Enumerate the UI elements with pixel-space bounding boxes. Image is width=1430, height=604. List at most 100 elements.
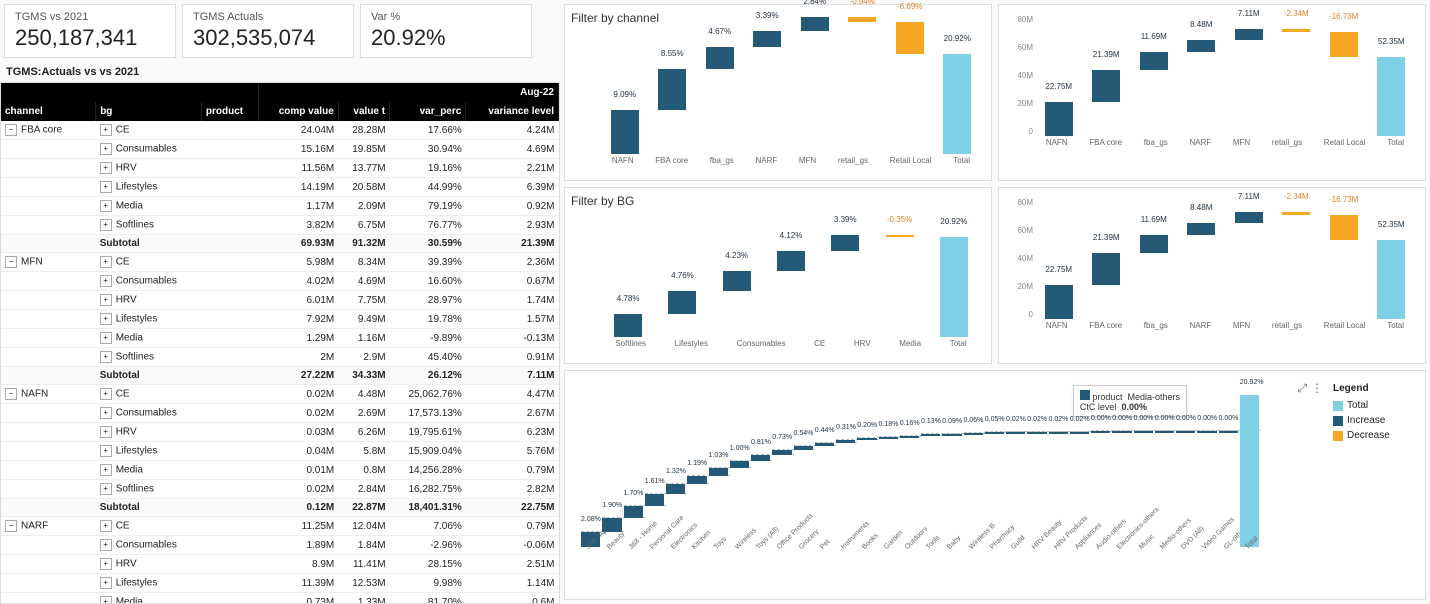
- bar[interactable]: -0.35%: [872, 235, 926, 337]
- bar[interactable]: 2.84%: [791, 17, 839, 154]
- bar[interactable]: 8.48M: [1178, 223, 1226, 319]
- expand-icon[interactable]: +: [100, 483, 112, 495]
- expand-icon[interactable]: +: [100, 162, 112, 174]
- bar[interactable]: 22.75M: [1035, 102, 1083, 136]
- bar[interactable]: [1176, 431, 1195, 433]
- expand-icon[interactable]: +: [100, 200, 112, 212]
- bar[interactable]: [794, 446, 813, 450]
- expand-icon[interactable]: +: [100, 558, 112, 570]
- bar[interactable]: -6.69%: [886, 22, 934, 154]
- expand-icon[interactable]: +: [100, 426, 112, 438]
- bar[interactable]: -16.73M: [1320, 215, 1368, 319]
- pivot-table[interactable]: Aug-22channelbgproductcomp valuevalue tv…: [0, 82, 560, 604]
- waterfall-chart[interactable]: 4.78% 4.76% 4.23% 4.12% 3.39% -0.35% 20.…: [571, 212, 985, 357]
- bar[interactable]: 3.39%: [818, 235, 872, 337]
- expand-icon[interactable]: +: [100, 313, 112, 325]
- table-row[interactable]: −FBA core+CE24.04M28.28M17.66%4.24M: [1, 121, 559, 140]
- bar[interactable]: [1112, 431, 1131, 433]
- bar[interactable]: [687, 476, 706, 485]
- bar[interactable]: 52.35M: [1368, 240, 1416, 319]
- expand-icon[interactable]: +: [100, 124, 112, 136]
- bar[interactable]: 4.67%: [696, 47, 744, 154]
- expand-icon[interactable]: +: [100, 332, 112, 344]
- bar[interactable]: [1197, 431, 1216, 433]
- bar[interactable]: 11.69M: [1130, 235, 1178, 319]
- bar[interactable]: 4.76%: [655, 291, 709, 337]
- bar[interactable]: 11.69M: [1130, 52, 1178, 136]
- expand-icon[interactable]: +: [100, 275, 112, 287]
- collapse-icon[interactable]: −: [5, 388, 17, 400]
- expand-icon[interactable]: +: [100, 445, 112, 457]
- expand-icon[interactable]: +: [100, 464, 112, 476]
- table-row[interactable]: −NARF+CE11.25M12.04M7.06%0.79M: [1, 517, 559, 536]
- table-row[interactable]: +HRV6.01M7.75M28.97%1.74M: [1, 291, 559, 310]
- bar[interactable]: [964, 433, 983, 435]
- table-row[interactable]: +HRV11.56M13.77M19.16%2.21M: [1, 159, 559, 178]
- bar[interactable]: 20.92%: [934, 54, 982, 154]
- expand-icon[interactable]: +: [100, 294, 112, 306]
- bar[interactable]: [1070, 432, 1089, 434]
- collapse-icon[interactable]: −: [5, 520, 17, 532]
- table-row[interactable]: +Softlines2M2.9M45.40%0.91M: [1, 348, 559, 367]
- bar[interactable]: 8.55%: [649, 69, 697, 154]
- bar[interactable]: [602, 518, 621, 532]
- bar[interactable]: [942, 434, 961, 436]
- waterfall-chart[interactable]: 9.09% 8.55% 4.67% 3.39% 2.84% -0.94% -6.…: [571, 29, 985, 174]
- bar[interactable]: [1091, 431, 1110, 433]
- expand-icon[interactable]: ⤢: [1297, 381, 1307, 396]
- more-icon[interactable]: ⋮: [1311, 381, 1323, 396]
- bar[interactable]: 4.23%: [710, 271, 764, 337]
- bar[interactable]: 3.39%: [744, 31, 792, 154]
- table-row[interactable]: +HRV0.03M6.26M19,795.61%6.23M: [1, 423, 559, 442]
- bar[interactable]: 7.11M: [1225, 29, 1273, 136]
- bar[interactable]: 52.35M: [1368, 57, 1416, 136]
- table-row[interactable]: +HRV8.9M11.41M28.15%2.51M: [1, 555, 559, 574]
- bar[interactable]: -0.94%: [839, 17, 887, 154]
- expand-icon[interactable]: +: [100, 256, 112, 268]
- expand-icon[interactable]: +: [100, 388, 112, 400]
- expand-icon[interactable]: +: [100, 577, 112, 589]
- bar[interactable]: [1027, 432, 1046, 434]
- bar[interactable]: 21.39M: [1083, 253, 1131, 319]
- collapse-icon[interactable]: −: [5, 124, 17, 136]
- bar[interactable]: [900, 436, 919, 438]
- bar[interactable]: -2.34M: [1273, 212, 1321, 319]
- bar[interactable]: [645, 494, 664, 506]
- table-row[interactable]: +Lifestyles11.39M12.53M9.98%1.14M: [1, 574, 559, 593]
- bar[interactable]: [1006, 432, 1025, 434]
- expand-icon[interactable]: +: [100, 143, 112, 155]
- bar[interactable]: [1219, 431, 1238, 433]
- bar[interactable]: [1155, 431, 1174, 433]
- table-row[interactable]: −MFN+CE5.98M8.34M39.39%2.36M: [1, 253, 559, 272]
- bar[interactable]: [985, 432, 1004, 434]
- bar[interactable]: [836, 440, 855, 442]
- bar[interactable]: 8.48M: [1178, 40, 1226, 136]
- table-row[interactable]: +Media1.17M2.09M79.19%0.92M: [1, 197, 559, 216]
- bar[interactable]: 22.75M: [1035, 285, 1083, 319]
- table-row[interactable]: +Consumables1.89M1.84M-2.96%-0.06M: [1, 536, 559, 555]
- bar[interactable]: -2.34M: [1273, 29, 1321, 136]
- table-row[interactable]: +Softlines0.02M2.84M16,282.75%2.82M: [1, 480, 559, 499]
- bar[interactable]: [709, 468, 728, 475]
- bar[interactable]: [1049, 432, 1068, 434]
- collapse-icon[interactable]: −: [5, 256, 17, 268]
- bar[interactable]: [921, 434, 940, 436]
- bar[interactable]: [772, 450, 791, 455]
- table-row[interactable]: +Media0.73M1.33M81.70%0.6M: [1, 593, 559, 604]
- bar[interactable]: [815, 443, 834, 446]
- bar[interactable]: [624, 506, 643, 518]
- waterfall-chart[interactable]: 80M60M40M20M0 22.75M 21.39M 11.69M 8.48M…: [1005, 194, 1419, 339]
- table-row[interactable]: +Lifestyles7.92M9.49M19.78%1.57M: [1, 310, 559, 329]
- bar[interactable]: 4.12%: [764, 251, 818, 337]
- expand-icon[interactable]: +: [100, 596, 112, 604]
- table-row[interactable]: +Softlines3.82M6.75M76.77%2.93M: [1, 216, 559, 235]
- waterfall-chart[interactable]: 80M60M40M20M0 22.75M 21.39M 11.69M 8.48M…: [1005, 11, 1419, 156]
- bar[interactable]: [751, 455, 770, 461]
- bar[interactable]: -16.73M: [1320, 32, 1368, 136]
- table-row[interactable]: +Consumables4.02M4.69M16.60%0.67M: [1, 272, 559, 291]
- bar[interactable]: [879, 437, 898, 439]
- expand-icon[interactable]: +: [100, 520, 112, 532]
- bar[interactable]: [857, 438, 876, 440]
- table-row[interactable]: −NAFN+CE0.02M4.48M25,062.76%4.47M: [1, 385, 559, 404]
- expand-icon[interactable]: +: [100, 351, 112, 363]
